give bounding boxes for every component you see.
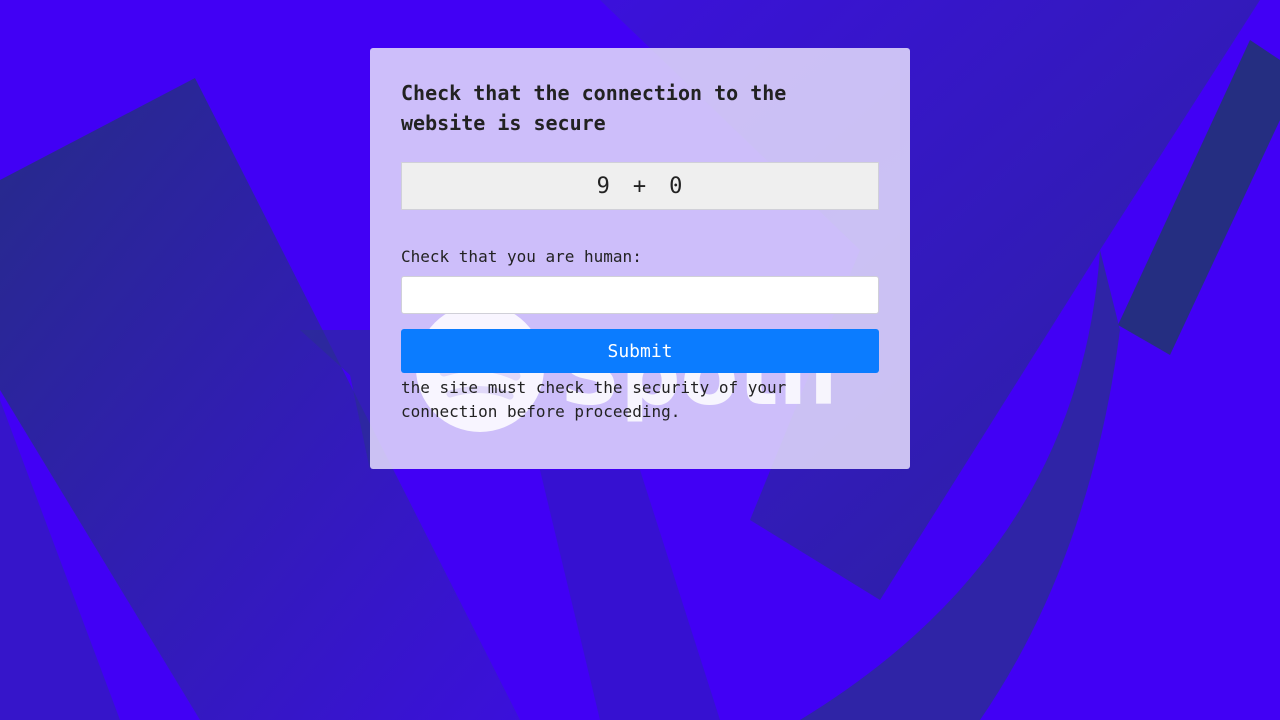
human-check-label: Check that you are human:: [401, 247, 642, 266]
captcha-challenge: 9 + 0: [401, 162, 879, 210]
captcha-answer-input[interactable]: [401, 276, 879, 314]
security-note: the site must check the security of your…: [401, 378, 787, 421]
security-check-card: Spotify Check that the connection to the…: [370, 48, 910, 469]
challenge-operator: +: [632, 173, 648, 199]
page-title: Check that the connection to the website…: [401, 81, 787, 135]
challenge-right-operand: 0: [669, 173, 684, 199]
challenge-left-operand: 9: [596, 173, 611, 199]
bg-shape-center-strip: [540, 470, 720, 720]
submit-button[interactable]: Submit: [401, 329, 879, 373]
